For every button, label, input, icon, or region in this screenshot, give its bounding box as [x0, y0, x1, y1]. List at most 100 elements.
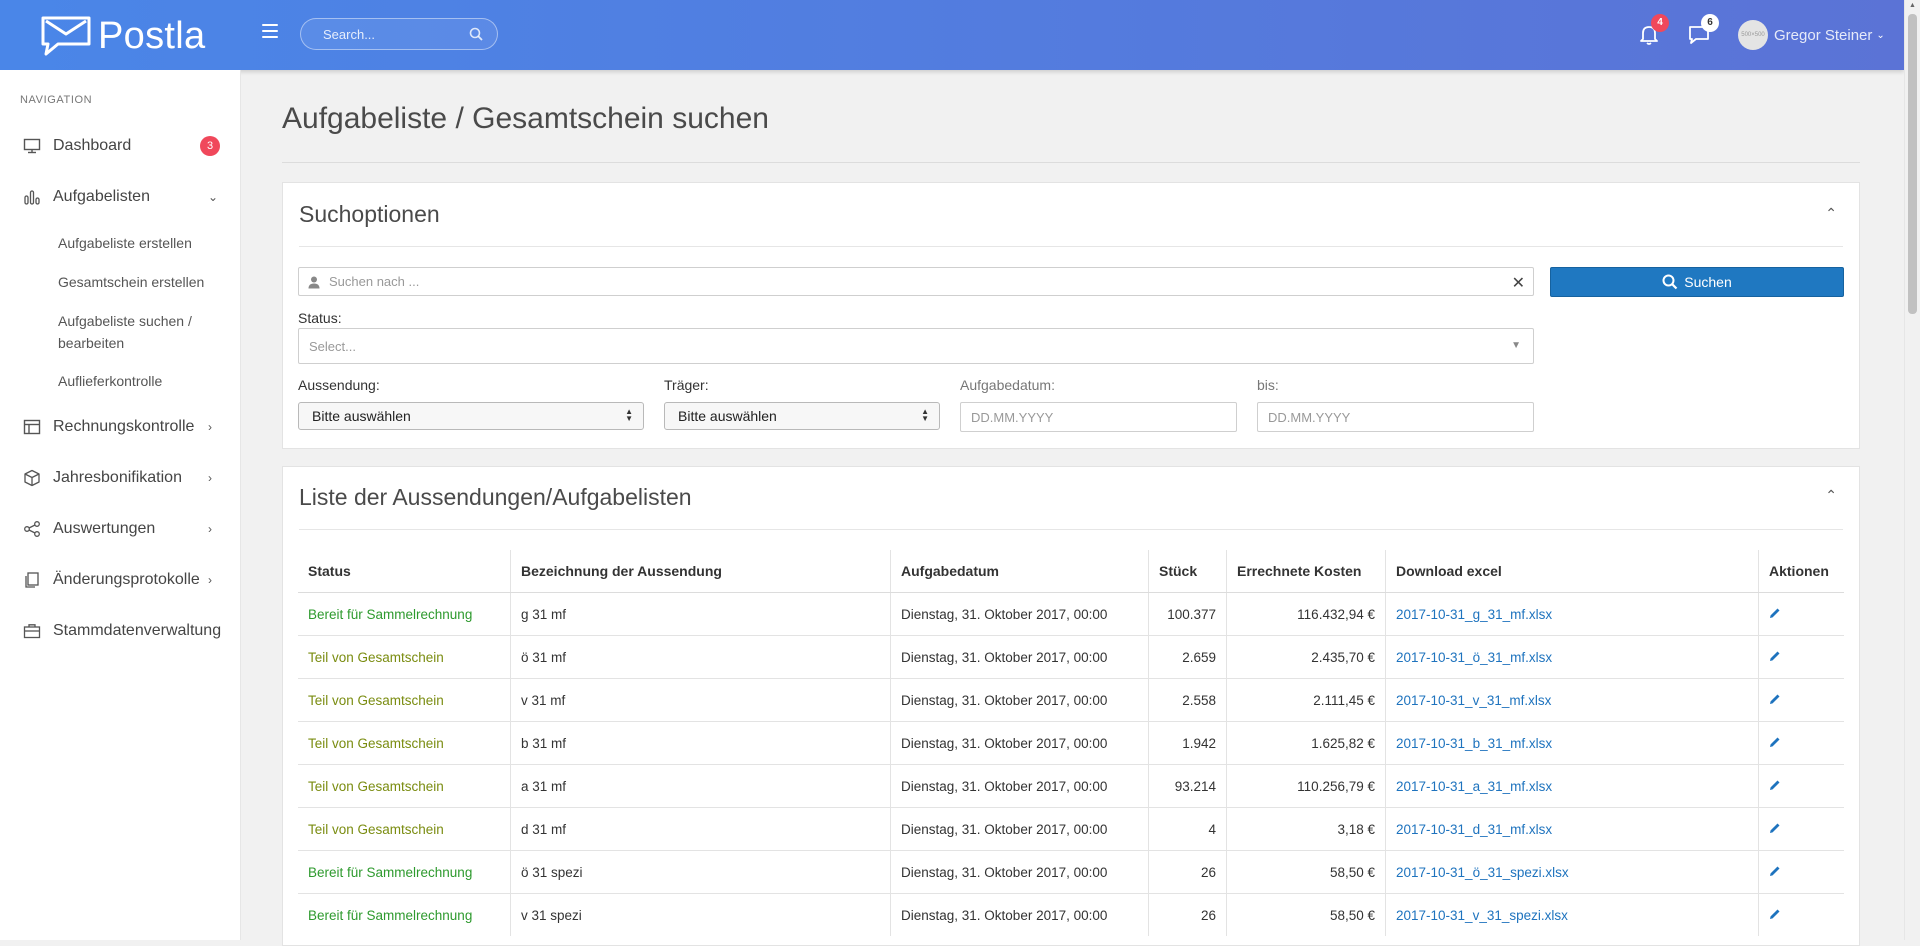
column-header-kosten[interactable]: Errechnete Kosten [1226, 550, 1386, 593]
status-select-input[interactable] [299, 329, 1533, 363]
notifications-button[interactable]: 4 [1637, 14, 1669, 48]
sidebar-item-stammdatenverwaltung[interactable]: Stammdatenverwaltung [0, 611, 240, 651]
actions-cell [1758, 721, 1844, 765]
kosten-cell: 2.435,70 € [1226, 635, 1386, 679]
edit-icon[interactable] [1769, 650, 1781, 665]
status-text: Teil von Gesamtschein [308, 735, 444, 751]
aussendung-value: Bitte auswählen [312, 408, 411, 424]
bis-input[interactable] [1258, 403, 1533, 431]
download-excel-link[interactable]: 2017-10-31_ö_31_spezi.xlsx [1396, 865, 1569, 880]
actions-cell [1758, 678, 1844, 722]
download-excel-link[interactable]: 2017-10-31_v_31_spezi.xlsx [1396, 908, 1568, 923]
messages-button[interactable]: 6 [1687, 14, 1719, 48]
notifications-badge: 4 [1651, 14, 1669, 32]
sidebar-item-label: Auswertungen [53, 520, 156, 537]
sidebar-item-jahresbonifikation[interactable]: Jahresbonifikation › [0, 458, 240, 498]
sidebar-item-auswertungen[interactable]: Auswertungen › [0, 509, 240, 549]
chevron-up-icon[interactable]: ⌃ [1825, 487, 1837, 504]
search-query-field[interactable]: ✕ [298, 267, 1534, 296]
edit-icon[interactable] [1769, 693, 1781, 708]
edit-icon[interactable] [1769, 908, 1781, 923]
download-cell: 2017-10-31_v_31_spezi.xlsx [1385, 893, 1759, 936]
brand-logo[interactable]: Postla [40, 14, 205, 58]
column-header-stueck[interactable]: Stück [1148, 550, 1227, 593]
search-icon [1662, 274, 1678, 290]
kosten-cell: 58,50 € [1226, 893, 1386, 936]
bezeichnung-cell: g 31 mf [510, 592, 891, 636]
download-excel-link[interactable]: 2017-10-31_a_31_mf.xlsx [1396, 779, 1552, 794]
download-excel-link[interactable]: 2017-10-31_v_31_mf.xlsx [1396, 693, 1551, 708]
search-query-input[interactable] [299, 268, 1533, 295]
status-select[interactable]: ▼ [298, 328, 1534, 364]
column-header-download[interactable]: Download excel [1385, 550, 1759, 593]
sidebar-subitem-aufgabeliste-suchen[interactable]: Aufgabeliste suchen / bearbeiten [58, 310, 228, 354]
status-label: Status: [298, 310, 342, 326]
aufgabedatum-cell: Dienstag, 31. Oktober 2017, 00:00 [890, 807, 1149, 851]
search-icon[interactable] [469, 27, 483, 46]
sidebar-subitem-gesamtschein-erstellen[interactable]: Gesamtschein erstellen [58, 271, 228, 293]
download-excel-link[interactable]: 2017-10-31_d_31_mf.xlsx [1396, 822, 1552, 837]
aufgabedatum-field[interactable] [960, 402, 1237, 432]
actions-cell [1758, 635, 1844, 679]
sidebar-item-aufgabelisten[interactable]: Aufgabelisten ⌄ [0, 177, 240, 217]
bis-field[interactable] [1257, 402, 1534, 432]
edit-icon[interactable] [1769, 607, 1781, 622]
traeger-select[interactable]: Bitte auswählen ▲ ▼ [664, 402, 940, 430]
download-cell: 2017-10-31_a_31_mf.xlsx [1385, 764, 1759, 808]
status-text: Teil von Gesamtschein [308, 821, 444, 837]
page-scrollbar[interactable]: ▲ [1904, 0, 1920, 940]
status-cell: Teil von Gesamtschein [298, 721, 511, 765]
download-cell: 2017-10-31_ö_31_spezi.xlsx [1385, 850, 1759, 894]
sidebar-item-aenderungsprotokolle[interactable]: Änderungsprotokolle › [0, 560, 240, 600]
user-menu[interactable]: 500×500 Gregor Steiner ⌄ [1738, 20, 1885, 50]
download-excel-link[interactable]: 2017-10-31_ö_31_mf.xlsx [1396, 650, 1552, 665]
status-cell: Teil von Gesamtschein [298, 635, 511, 679]
sidebar-item-dashboard[interactable]: Dashboard 3 [0, 126, 240, 166]
column-header-aktionen: Aktionen [1758, 550, 1844, 593]
user-icon [307, 275, 321, 292]
select-arrows-icon: ▲ ▼ [921, 407, 929, 423]
column-header-status[interactable]: Status [298, 550, 511, 593]
aufgabedatum-cell: Dienstag, 31. Oktober 2017, 00:00 [890, 678, 1149, 722]
search-button[interactable]: Suchen [1550, 267, 1844, 297]
download-excel-link[interactable]: 2017-10-31_b_31_mf.xlsx [1396, 736, 1552, 751]
box-icon [22, 468, 42, 488]
divider [299, 529, 1843, 530]
scroll-up-icon[interactable]: ▲ [1909, 2, 1916, 9]
aufgabedatum-input[interactable] [961, 403, 1236, 431]
aussendung-select[interactable]: Bitte auswählen ▲ ▼ [298, 402, 644, 430]
column-header-bezeichnung[interactable]: Bezeichnung der Aussendung [510, 550, 891, 593]
share-icon [22, 519, 42, 539]
sidebar-subitem-aufgabeliste-erstellen[interactable]: Aufgabeliste erstellen [58, 232, 228, 254]
clear-icon[interactable]: ✕ [1512, 273, 1525, 293]
table-row: Teil von Gesamtschein b 31 mf Dienstag, 31… [298, 721, 1844, 765]
download-cell: 2017-10-31_ö_31_mf.xlsx [1385, 635, 1759, 679]
actions-cell [1758, 893, 1844, 936]
scrollbar-thumb[interactable] [1908, 14, 1917, 314]
bezeichnung-cell: v 31 spezi [510, 893, 891, 936]
edit-icon[interactable] [1769, 865, 1781, 880]
user-name: Gregor Steiner [1774, 26, 1873, 44]
column-header-aufgabedatum[interactable]: Aufgabedatum [890, 550, 1149, 593]
chevron-up-icon[interactable]: ⌃ [1825, 205, 1837, 222]
sidebar-subitem-auflieferkontrolle[interactable]: Auflieferkontrolle [58, 370, 228, 392]
download-cell: 2017-10-31_d_31_mf.xlsx [1385, 807, 1759, 851]
sidebar: NAVIGATION Dashboard 3 Aufgabelisten ⌄ A… [0, 70, 241, 940]
download-excel-link[interactable]: 2017-10-31_g_31_mf.xlsx [1396, 607, 1552, 622]
edit-icon[interactable] [1769, 822, 1781, 837]
status-cell: Bereit für Sammelrechnung [298, 850, 511, 894]
sidebar-item-label: Änderungsprotokolle [53, 571, 200, 588]
edit-icon[interactable] [1769, 736, 1781, 751]
brand-name: Postla [98, 14, 206, 57]
aussendungen-table: Status Bezeichnung der Aussendung Aufgab… [298, 550, 1844, 936]
stueck-cell: 26 [1148, 850, 1227, 894]
edit-icon[interactable] [1769, 779, 1781, 794]
divider [299, 246, 1843, 247]
sidebar-item-rechnungskontrolle[interactable]: Rechnungskontrolle › [0, 407, 240, 447]
top-search-input[interactable] [321, 26, 465, 43]
menu-toggle-icon[interactable] [262, 24, 278, 38]
chevron-right-icon: › [208, 573, 212, 587]
bar-chart-icon [22, 187, 42, 207]
top-search[interactable] [300, 18, 498, 50]
table-row: Teil von Gesamtschein v 31 mf Dienstag, 31… [298, 678, 1844, 722]
